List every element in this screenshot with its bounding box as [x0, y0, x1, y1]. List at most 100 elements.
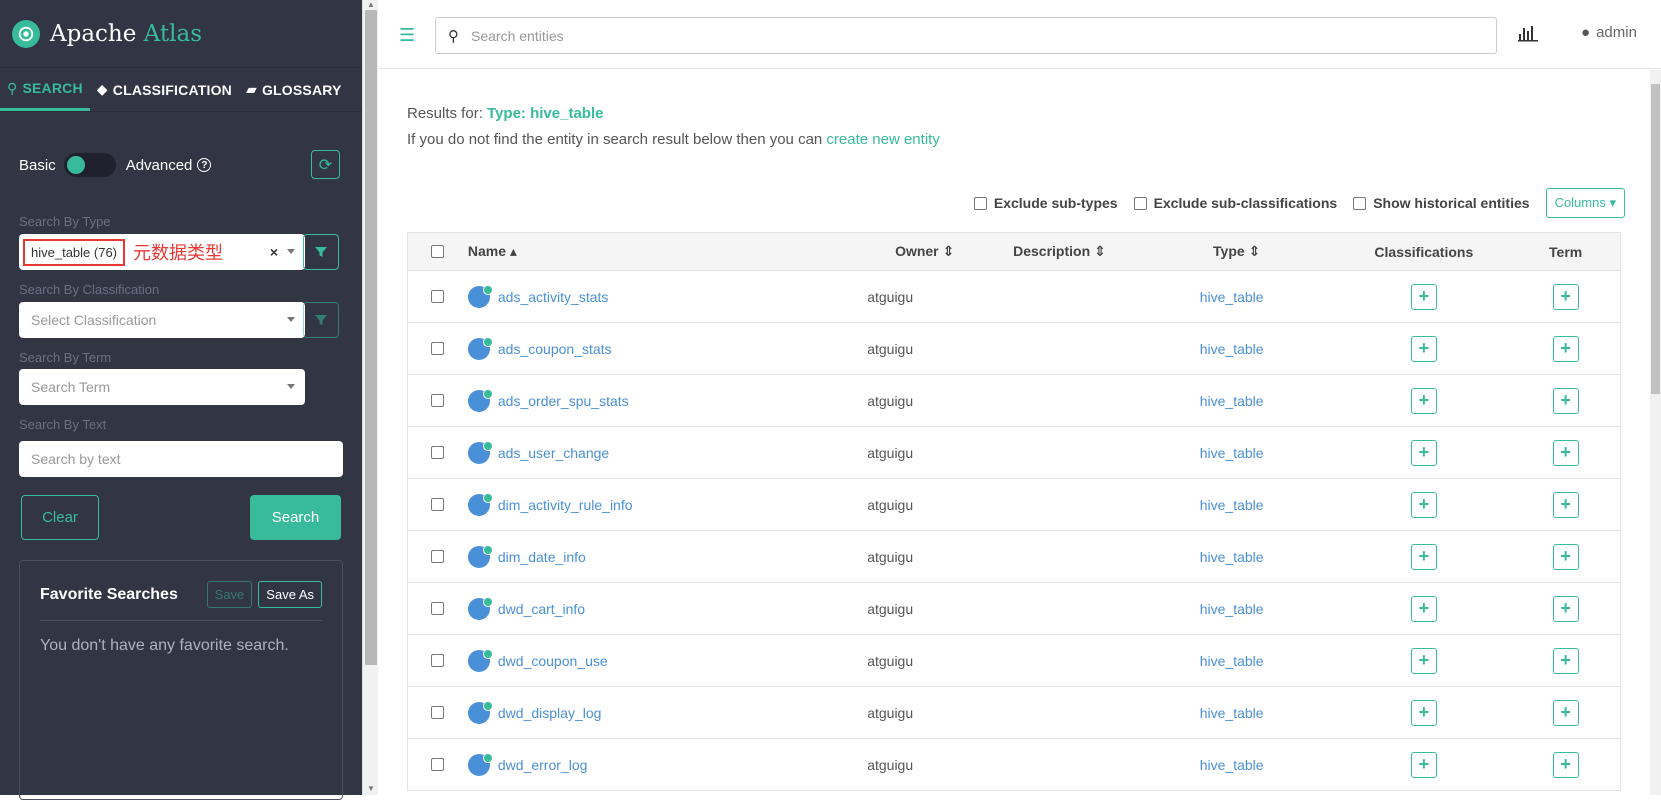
table-header: Name ▴ Owner ⇕ Description ⇕ Type ⇕ Clas…	[408, 233, 1620, 271]
header-name[interactable]: Name ▴	[468, 243, 867, 260]
entity-name-link[interactable]: ads_activity_stats	[498, 289, 609, 305]
header-type[interactable]: Type ⇕	[1137, 243, 1337, 260]
exclude-subclassifications-checkbox[interactable]	[1133, 196, 1147, 210]
header-owner[interactable]: Owner ⇕	[867, 243, 982, 260]
main-scrollbar[interactable]	[1650, 70, 1661, 795]
menu-icon[interactable]: ☰	[399, 25, 415, 46]
row-checkbox[interactable]	[431, 706, 445, 719]
add-classification-button[interactable]: +	[1410, 491, 1437, 518]
add-classification-button[interactable]: +	[1410, 439, 1437, 466]
basic-advanced-switch[interactable]	[63, 153, 116, 177]
sidebar-scrollbar[interactable]: ▲ ▼	[362, 0, 378, 795]
add-term-button[interactable]: +	[1552, 439, 1579, 466]
entity-name-link[interactable]: dim_date_info	[498, 549, 586, 565]
add-term-button[interactable]: +	[1552, 335, 1579, 362]
columns-button[interactable]: Columns ▾	[1545, 188, 1625, 218]
add-classification-button[interactable]: +	[1410, 283, 1437, 310]
row-checkbox[interactable]	[431, 290, 445, 303]
entity-name-link[interactable]: dwd_cart_info	[498, 601, 585, 617]
global-search-input[interactable]: ⚲ Search entities	[435, 17, 1497, 54]
clear-type-icon[interactable]: ×	[270, 244, 278, 260]
row-checkbox[interactable]	[431, 550, 445, 563]
exclude-subtypes-option[interactable]: Exclude sub-types	[973, 195, 1118, 211]
add-term-button[interactable]: +	[1552, 751, 1579, 778]
classification-filter-button[interactable]	[303, 302, 339, 338]
add-term-button[interactable]: +	[1552, 595, 1579, 622]
add-classification-button[interactable]: +	[1410, 543, 1437, 570]
scroll-down-icon[interactable]: ▼	[367, 784, 375, 793]
statistics-icon[interactable]	[1518, 24, 1538, 42]
entity-name-link[interactable]: dwd_coupon_use	[498, 653, 608, 669]
entity-owner: atguigu	[867, 444, 914, 461]
save-favorite-button[interactable]: Save	[206, 581, 253, 608]
search-options: Exclude sub-types Exclude sub-classifica…	[973, 188, 1625, 218]
entity-type-link[interactable]: hive_table	[1137, 393, 1337, 409]
text-search-input[interactable]: Search by text	[19, 441, 343, 477]
row-checkbox[interactable]	[431, 498, 445, 511]
add-term-button[interactable]: +	[1552, 387, 1579, 414]
entity-type-link[interactable]: hive_table	[1137, 289, 1337, 305]
add-term-button[interactable]: +	[1552, 699, 1579, 726]
select-all-checkbox[interactable]	[431, 245, 445, 258]
entity-type-link[interactable]: hive_table	[1137, 497, 1337, 513]
row-checkbox[interactable]	[431, 446, 445, 459]
tab-search[interactable]: ⚲ SEARCH	[0, 68, 90, 111]
add-term-button[interactable]: +	[1552, 647, 1579, 674]
entity-name-link[interactable]: ads_user_change	[498, 445, 609, 461]
add-term-button[interactable]: +	[1552, 543, 1579, 570]
exclude-subclassifications-option[interactable]: Exclude sub-classifications	[1133, 195, 1337, 211]
entity-name-link[interactable]: ads_order_spu_stats	[498, 393, 629, 409]
add-term-button[interactable]: +	[1552, 491, 1579, 518]
search-button[interactable]: Search	[250, 495, 341, 540]
table-row: dwd_display_log atguigu hive_table + +	[408, 687, 1620, 739]
scroll-up-icon[interactable]: ▲	[367, 0, 375, 9]
main-scroll-thumb[interactable]	[1651, 84, 1660, 394]
entity-type-link[interactable]: hive_table	[1137, 341, 1337, 357]
exclude-subtypes-checkbox[interactable]	[973, 196, 987, 210]
add-classification-button[interactable]: +	[1410, 751, 1437, 778]
entity-name-link[interactable]: dim_activity_rule_info	[498, 497, 633, 513]
header-description[interactable]: Description ⇕	[982, 243, 1137, 260]
refresh-button[interactable]: ⟳	[311, 150, 340, 179]
add-classification-button[interactable]: +	[1410, 647, 1437, 674]
entity-type-link[interactable]: hive_table	[1137, 705, 1337, 721]
classification-select[interactable]: Select Classification	[19, 302, 305, 338]
save-as-favorite-button[interactable]: Save As	[258, 581, 322, 608]
entity-type-link[interactable]: hive_table	[1137, 549, 1337, 565]
entity-name-link[interactable]: ads_coupon_stats	[498, 341, 612, 357]
add-classification-button[interactable]: +	[1410, 387, 1437, 414]
entity-type-link[interactable]: hive_table	[1137, 445, 1337, 461]
entity-name-link[interactable]: dwd_error_log	[498, 757, 588, 773]
search-icon: ⚲	[448, 27, 459, 45]
row-checkbox[interactable]	[431, 654, 445, 667]
show-historical-checkbox[interactable]	[1353, 196, 1367, 210]
entity-type-link[interactable]: hive_table	[1137, 601, 1337, 617]
sidebar-scroll-thumb[interactable]	[365, 10, 377, 665]
row-checkbox[interactable]	[431, 758, 445, 771]
row-checkbox[interactable]	[431, 342, 445, 355]
show-historical-option[interactable]: Show historical entities	[1353, 195, 1530, 211]
entity-name-link[interactable]: dwd_display_log	[498, 705, 602, 721]
type-filter-button[interactable]	[303, 234, 339, 270]
tab-classification[interactable]: ◆ CLASSIFICATION	[90, 68, 239, 111]
entity-type-link[interactable]: hive_table	[1137, 757, 1337, 773]
help-icon[interactable]: ?	[197, 158, 212, 172]
entity-type-link[interactable]: hive_table	[1137, 653, 1337, 669]
classification-placeholder: Select Classification	[31, 312, 157, 328]
add-term-button[interactable]: +	[1552, 283, 1579, 310]
clear-button[interactable]: Clear	[21, 495, 99, 540]
sidebar: Apache Atlas ⚲ SEARCH ◆ CLASSIFICATION ▰…	[0, 0, 362, 800]
row-checkbox[interactable]	[431, 602, 445, 615]
create-new-entity-link[interactable]: create new entity	[826, 131, 939, 148]
add-classification-button[interactable]: +	[1410, 595, 1437, 622]
add-classification-button[interactable]: +	[1410, 699, 1437, 726]
type-select[interactable]: hive_table (76) 元数据类型 ×	[19, 234, 305, 270]
row-checkbox[interactable]	[431, 394, 445, 407]
tag-icon: ◆	[96, 81, 108, 97]
tab-glossary[interactable]: ▰ GLOSSARY	[239, 68, 349, 111]
entity-owner: atguigu	[867, 704, 914, 721]
user-menu[interactable]: ● admin	[1581, 24, 1637, 41]
brand[interactable]: Apache Atlas	[0, 0, 362, 68]
add-classification-button[interactable]: +	[1410, 335, 1437, 362]
term-select[interactable]: Search Term	[19, 369, 305, 405]
